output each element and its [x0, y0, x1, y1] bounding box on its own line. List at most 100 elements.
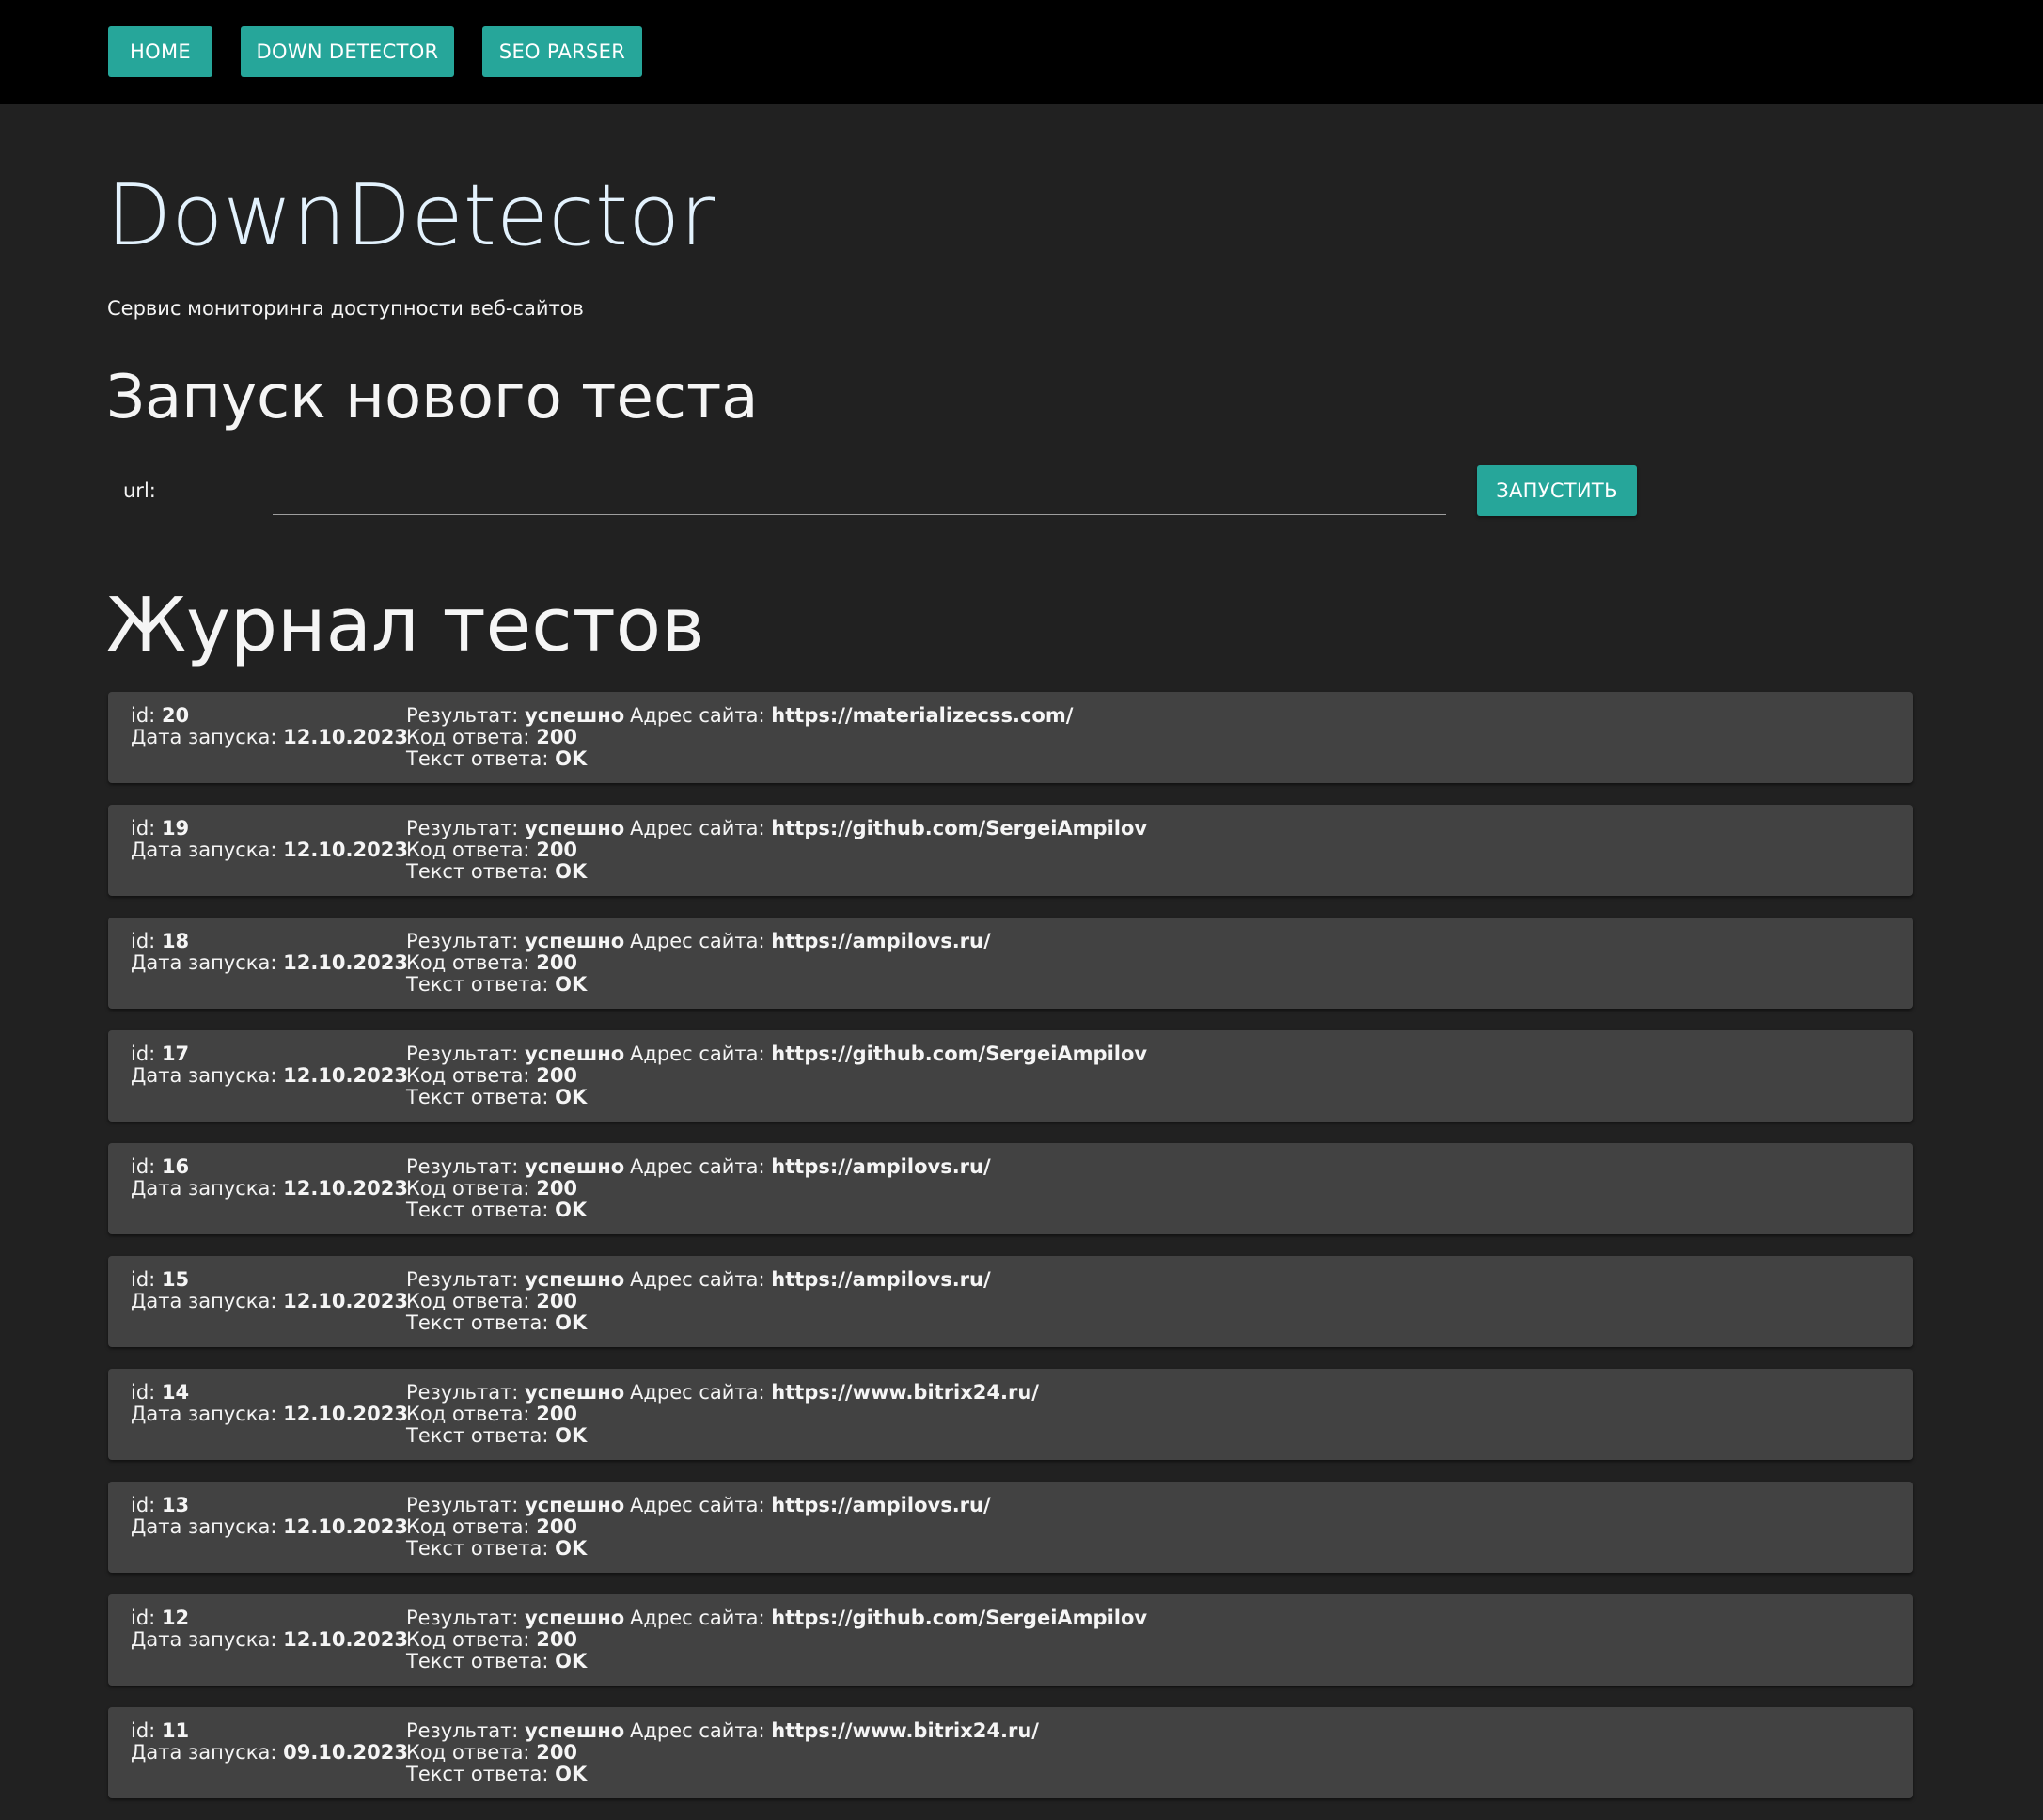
text-label: Текст ответа:	[406, 1086, 549, 1108]
code-value: 200	[536, 1290, 578, 1312]
code-value: 200	[536, 1628, 578, 1651]
result-value: успешно	[525, 930, 625, 952]
id-label: id:	[131, 930, 156, 952]
result-label: Результат:	[406, 1719, 519, 1742]
text-label: Текст ответа:	[406, 1537, 549, 1560]
id-value: 16	[161, 1155, 190, 1178]
site-label: Адрес сайта:	[630, 1043, 765, 1065]
text-value: OK	[555, 1199, 588, 1221]
code-label: Код ответа:	[406, 1628, 530, 1651]
id-value: 18	[161, 930, 190, 952]
text-label: Текст ответа:	[406, 1311, 549, 1334]
id-label: id:	[131, 1719, 156, 1742]
card-meta-column: id: 20 Дата запуска: 12.10.2023	[131, 705, 408, 748]
result-value: успешно	[525, 704, 625, 727]
code-value: 200	[536, 839, 578, 861]
nav-home-button[interactable]: HOME	[108, 26, 212, 77]
code-label: Код ответа:	[406, 1741, 530, 1764]
card-result-column: Результат: успешно Код ответа: 200 Текст о…	[406, 1382, 624, 1447]
code-label: Код ответа:	[406, 1177, 530, 1200]
card-meta-column: id: 11 Дата запуска: 09.10.2023	[131, 1720, 408, 1764]
result-value: успешно	[525, 1155, 625, 1178]
page-title: DownDetector	[106, 166, 715, 265]
test-log-card: id: 15 Дата запуска: 12.10.2023 Результат:…	[108, 1256, 1913, 1347]
url-input[interactable]	[273, 466, 1446, 515]
date-value: 09.10.2023	[283, 1741, 408, 1764]
card-site-column: Адрес сайта: https://materializecss.com/	[630, 705, 1073, 727]
text-value: OK	[555, 1424, 588, 1447]
date-label: Дата запуска:	[131, 1290, 277, 1312]
card-site-column: Адрес сайта: https://github.com/SergeiAm…	[630, 818, 1147, 839]
test-log-list: id: 20 Дата запуска: 12.10.2023 Результат:…	[108, 692, 1913, 1820]
test-log-card: id: 14 Дата запуска: 12.10.2023 Результат:…	[108, 1369, 1913, 1460]
date-value: 12.10.2023	[283, 951, 408, 974]
result-label: Результат:	[406, 1043, 519, 1065]
text-label: Текст ответа:	[406, 973, 549, 996]
date-value: 12.10.2023	[283, 1064, 408, 1087]
card-result-column: Результат: успешно Код ответа: 200 Текст о…	[406, 931, 624, 996]
code-value: 200	[536, 1515, 578, 1538]
code-value: 200	[536, 951, 578, 974]
text-value: OK	[555, 1311, 588, 1334]
test-log-heading: Журнал тестов	[106, 582, 705, 668]
result-label: Результат:	[406, 1494, 519, 1516]
result-label: Результат:	[406, 1381, 519, 1404]
id-label: id:	[131, 817, 156, 839]
site-label: Адрес сайта:	[630, 1268, 765, 1291]
code-value: 200	[536, 1064, 578, 1087]
test-log-card: id: 17 Дата запуска: 12.10.2023 Результат:…	[108, 1030, 1913, 1122]
id-value: 17	[161, 1043, 190, 1065]
id-value: 19	[161, 817, 190, 839]
text-label: Текст ответа:	[406, 1199, 549, 1221]
nav-seo-parser-button[interactable]: SEO PARSER	[482, 26, 642, 77]
site-url: https://github.com/SergeiAmpilov	[771, 817, 1148, 839]
text-label: Текст ответа:	[406, 1763, 549, 1785]
site-url: https://ampilovs.ru/	[771, 930, 991, 952]
result-value: успешно	[525, 1381, 625, 1404]
code-value: 200	[536, 1177, 578, 1200]
date-label: Дата запуска:	[131, 951, 277, 974]
card-result-column: Результат: успешно Код ответа: 200 Текст о…	[406, 1269, 624, 1334]
result-label: Результат:	[406, 1607, 519, 1629]
run-test-button[interactable]: ЗАПУСТИТЬ	[1477, 465, 1637, 516]
date-label: Дата запуска:	[131, 1177, 277, 1200]
result-label: Результат:	[406, 817, 519, 839]
code-label: Код ответа:	[406, 1290, 530, 1312]
code-label: Код ответа:	[406, 839, 530, 861]
text-label: Текст ответа:	[406, 747, 549, 770]
result-value: успешно	[525, 1043, 625, 1065]
id-label: id:	[131, 1607, 156, 1629]
text-value: OK	[555, 747, 588, 770]
site-url: https://materializecss.com/	[771, 704, 1074, 727]
site-label: Адрес сайта:	[630, 1719, 765, 1742]
card-meta-column: id: 14 Дата запуска: 12.10.2023	[131, 1382, 408, 1425]
text-label: Текст ответа:	[406, 1424, 549, 1447]
card-meta-column: id: 12 Дата запуска: 12.10.2023	[131, 1608, 408, 1651]
site-label: Адрес сайта:	[630, 1155, 765, 1178]
card-site-column: Адрес сайта: https://www.bitrix24.ru/	[630, 1382, 1039, 1404]
top-nav-bar: HOME DOWN DETECTOR SEO PARSER	[0, 0, 2043, 104]
id-label: id:	[131, 1043, 156, 1065]
page-subtitle: Сервис мониторинга доступности веб-сайто…	[107, 297, 584, 320]
id-label: id:	[131, 1155, 156, 1178]
test-log-card: id: 16 Дата запуска: 12.10.2023 Результат:…	[108, 1143, 1913, 1234]
result-value: успешно	[525, 1719, 625, 1742]
card-site-column: Адрес сайта: https://github.com/SergeiAm…	[630, 1608, 1147, 1629]
site-label: Адрес сайта:	[630, 930, 765, 952]
text-value: OK	[555, 1763, 588, 1785]
code-value: 200	[536, 1403, 578, 1425]
date-value: 12.10.2023	[283, 1515, 408, 1538]
code-value: 200	[536, 726, 578, 748]
code-label: Код ответа:	[406, 951, 530, 974]
card-meta-column: id: 16 Дата запуска: 12.10.2023	[131, 1156, 408, 1200]
date-label: Дата запуска:	[131, 1064, 277, 1087]
site-url: https://ampilovs.ru/	[771, 1155, 991, 1178]
id-value: 15	[161, 1268, 190, 1291]
nav-down-detector-button[interactable]: DOWN DETECTOR	[241, 26, 454, 77]
test-log-card: id: 19 Дата запуска: 12.10.2023 Результат:…	[108, 805, 1913, 896]
text-value: OK	[555, 860, 588, 883]
result-label: Результат:	[406, 930, 519, 952]
id-label: id:	[131, 704, 156, 727]
site-label: Адрес сайта:	[630, 817, 765, 839]
text-value: OK	[555, 1086, 588, 1108]
